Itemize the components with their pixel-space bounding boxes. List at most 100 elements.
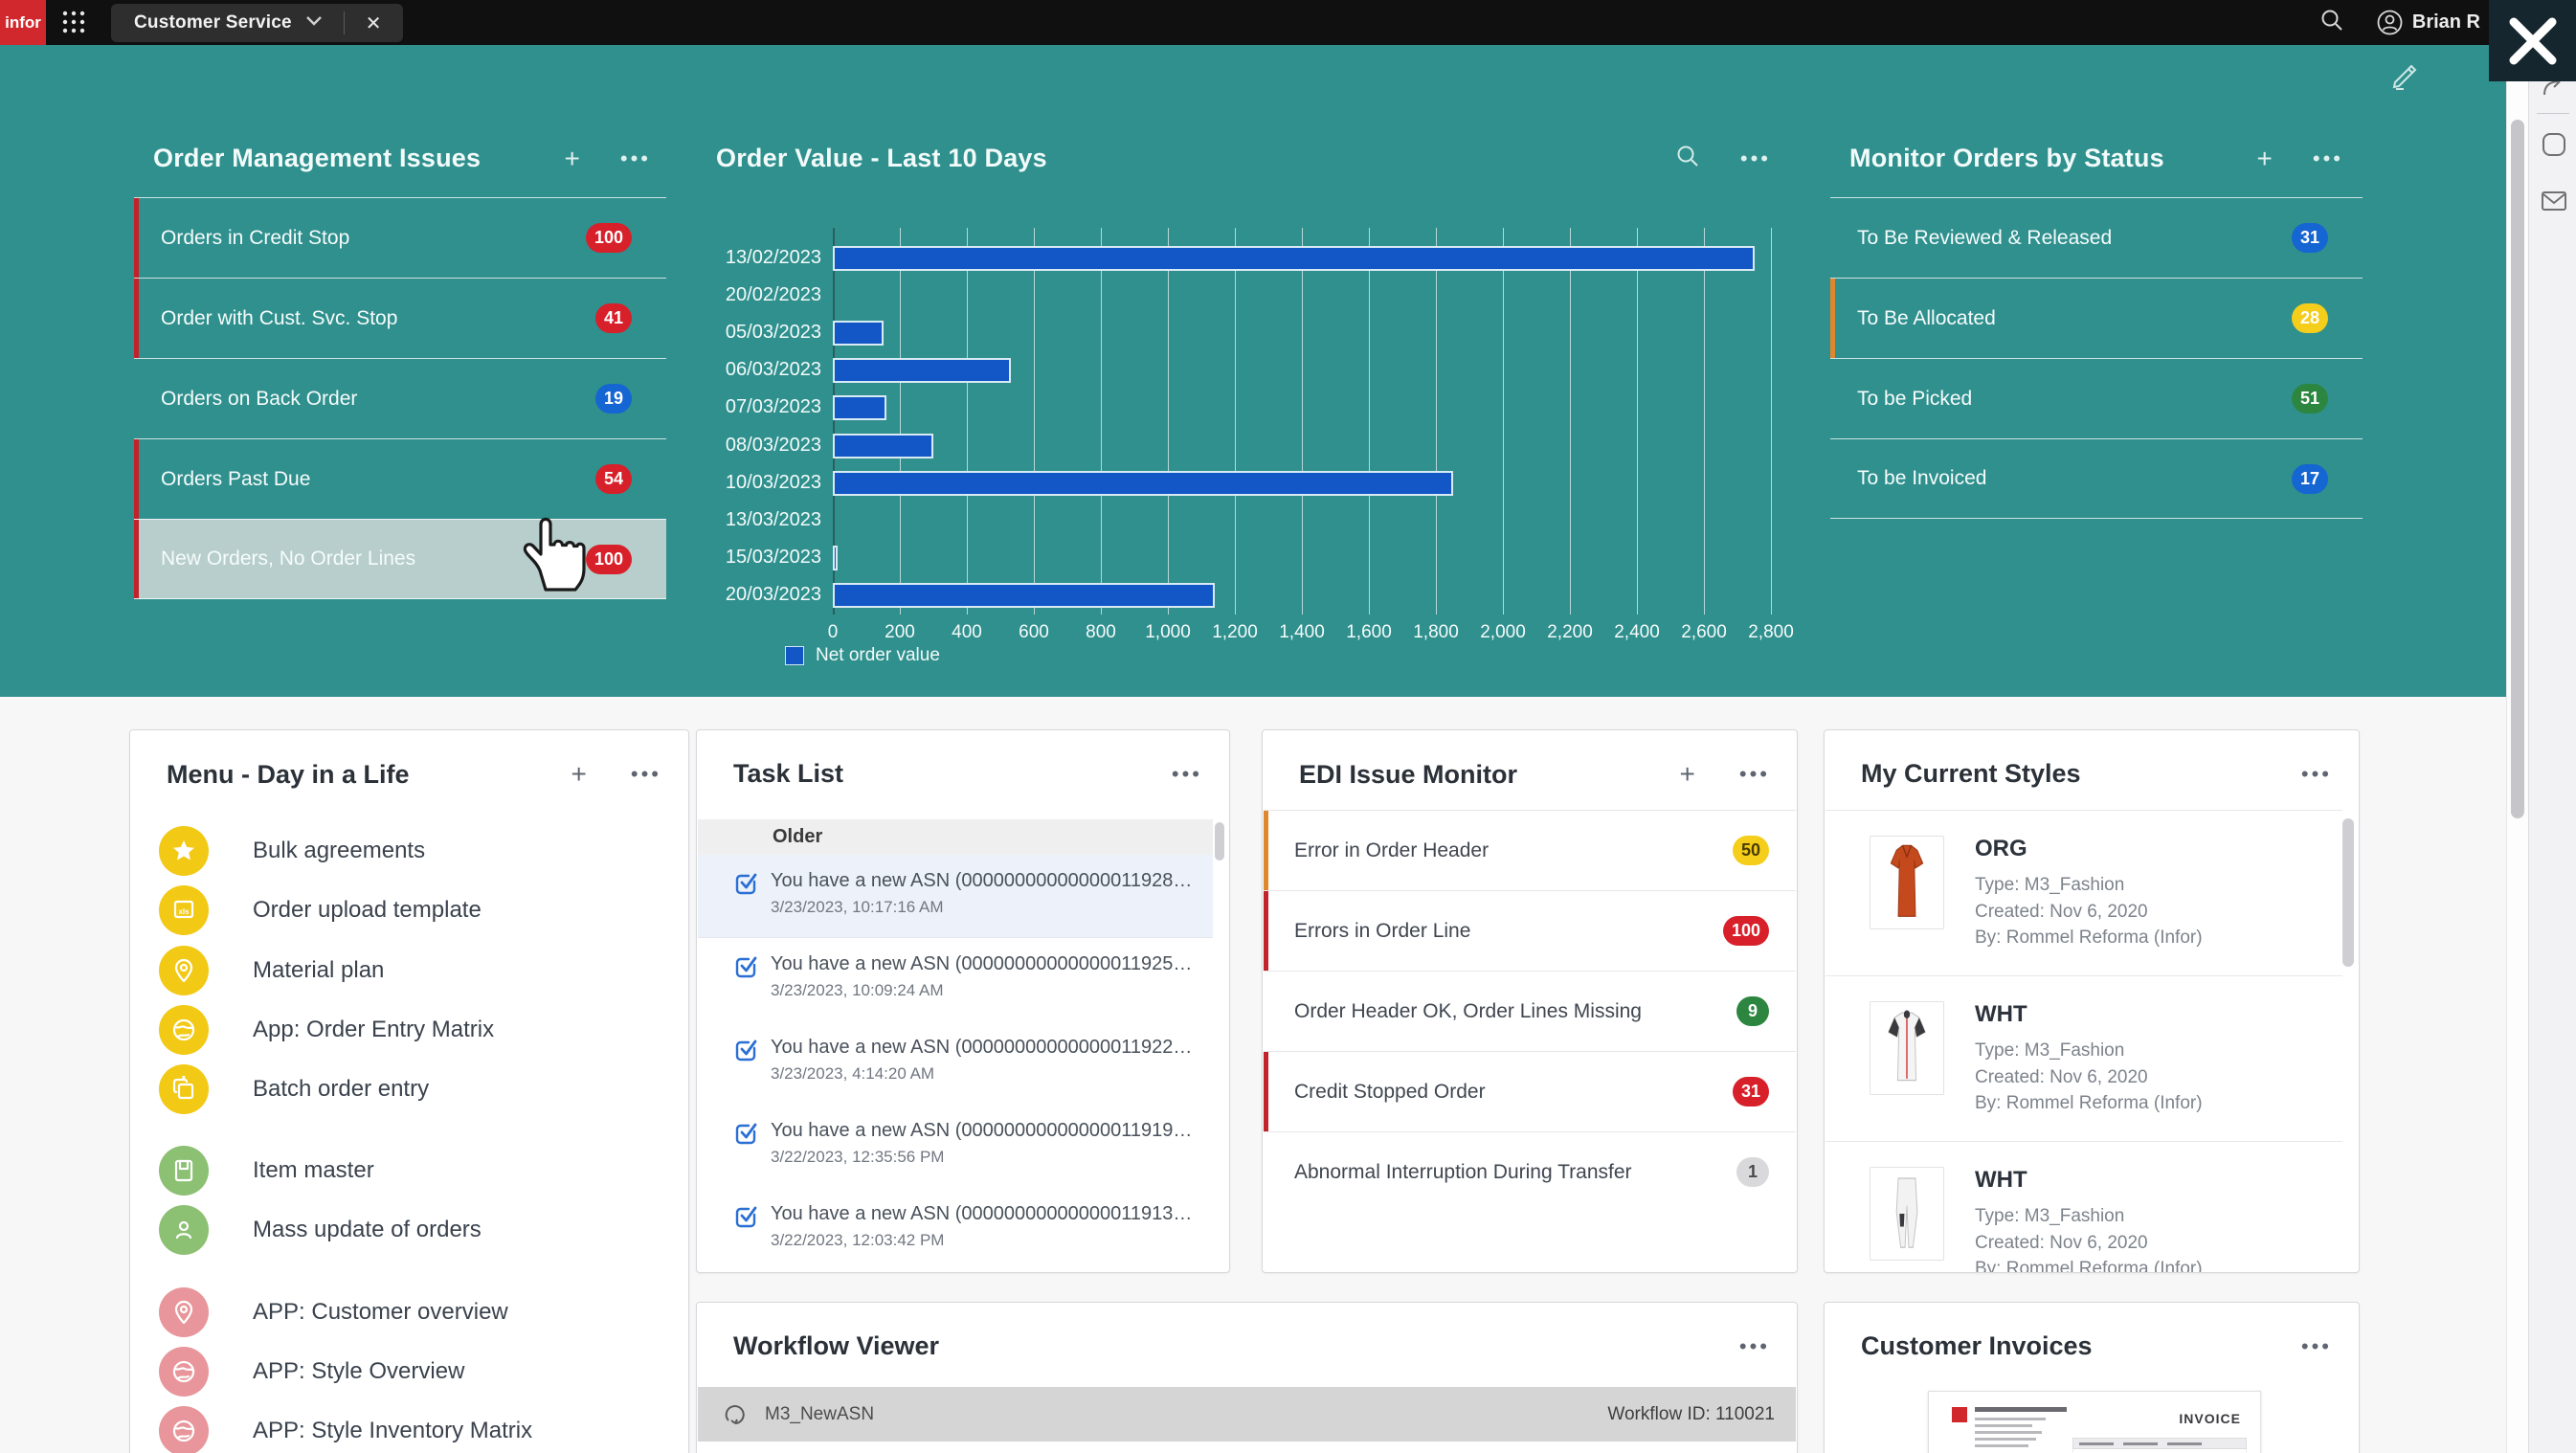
menu-item[interactable]: Batch order entry bbox=[159, 1064, 429, 1114]
styles-menu-icon[interactable]: ••• bbox=[2301, 762, 2332, 787]
styles-scrollbar[interactable] bbox=[2342, 818, 2354, 967]
chart-tick-label: 1,800 bbox=[1413, 622, 1459, 643]
menu-item[interactable]: Material plan bbox=[159, 946, 384, 995]
add-menu-item-icon[interactable]: + bbox=[571, 759, 587, 790]
menu-item[interactable]: APP: Style Inventory Matrix bbox=[159, 1406, 532, 1453]
status-row[interactable]: Orders in Credit Stop100 bbox=[134, 197, 666, 278]
edit-page-icon[interactable] bbox=[2387, 59, 2420, 97]
edi-row[interactable]: Error in Order Header50 bbox=[1264, 810, 1796, 890]
chart-menu-icon[interactable]: ••• bbox=[1740, 146, 1771, 171]
task-check-icon[interactable] bbox=[734, 870, 759, 937]
menu-item[interactable]: xlsOrder upload template bbox=[159, 885, 482, 935]
workflow-row[interactable]: M3_NewASN Workflow ID: 110021 bbox=[698, 1387, 1796, 1442]
widget-menu-icon[interactable]: ••• bbox=[2313, 146, 2343, 171]
workflow-id: Workflow ID: 110021 bbox=[1607, 1404, 1775, 1425]
app-launcher-icon[interactable] bbox=[61, 10, 86, 39]
style-text: WHTType: M3_FashionCreated: Nov 6, 2020B… bbox=[1975, 1001, 2203, 1141]
main-scrollbar-thumb[interactable] bbox=[2511, 120, 2524, 818]
menu-item[interactable]: APP: Style Overview bbox=[159, 1347, 464, 1397]
chart-gridline bbox=[1034, 228, 1035, 615]
edi-menu-icon[interactable]: ••• bbox=[1739, 762, 1770, 787]
row-accent bbox=[1830, 439, 1835, 518]
edi-row[interactable]: Errors in Order Line100 bbox=[1264, 890, 1796, 971]
chart-search-icon[interactable] bbox=[1675, 144, 1700, 173]
menu-item-label: Bulk agreements bbox=[253, 838, 425, 864]
monitor-list: To Be Reviewed & Released31To Be Allocat… bbox=[1830, 197, 2363, 519]
task-item[interactable]: You have a new ASN (00000000000000011913… bbox=[698, 1188, 1213, 1271]
edi-row[interactable]: Order Header OK, Order Lines Missing9 bbox=[1264, 971, 1796, 1051]
user-account[interactable]: Brian R bbox=[2377, 10, 2480, 35]
task-list-menu-icon[interactable]: ••• bbox=[1172, 762, 1202, 787]
edi-row[interactable]: Abnormal Interruption During Transfer1 bbox=[1264, 1131, 1796, 1212]
chart-bar[interactable] bbox=[833, 471, 1453, 496]
invoices-header: Customer Invoices ••• bbox=[1861, 1331, 2332, 1361]
task-item[interactable]: You have a new ASN (00000000000000011919… bbox=[698, 1105, 1213, 1188]
menu-item[interactable]: Item master bbox=[159, 1146, 374, 1196]
invoice-preview[interactable]: INVOICE bbox=[1928, 1391, 2261, 1453]
chart-bar[interactable] bbox=[833, 434, 933, 458]
style-row[interactable]: ORGType: M3_FashionCreated: Nov 6, 2020B… bbox=[1826, 810, 2342, 975]
tab-customer-service[interactable]: Customer Service ✕ bbox=[111, 4, 403, 42]
close-icon bbox=[2506, 14, 2560, 68]
task-check-icon[interactable] bbox=[734, 1120, 759, 1188]
app-window-icon[interactable] bbox=[2541, 131, 2567, 163]
status-row[interactable]: New Orders, No Order Lines100 bbox=[134, 519, 666, 599]
style-text: ORGType: M3_FashionCreated: Nov 6, 2020B… bbox=[1975, 836, 2203, 975]
menu-item-label: Material plan bbox=[253, 957, 384, 984]
task-check-icon[interactable] bbox=[734, 1203, 759, 1271]
status-row[interactable]: To be Picked51 bbox=[1830, 358, 2363, 438]
style-row[interactable]: WHTType: M3_FashionCreated: Nov 6, 2020B… bbox=[1826, 975, 2342, 1141]
chart-bar[interactable] bbox=[833, 546, 838, 570]
chart-tick-label: 2,400 bbox=[1614, 622, 1660, 643]
menu-item[interactable]: Bulk agreements bbox=[159, 826, 425, 876]
task-item[interactable]: You have a new ASN (00000000000000011928… bbox=[698, 855, 1213, 938]
search-icon[interactable] bbox=[2319, 8, 2344, 37]
menu-item[interactable]: APP: Customer overview bbox=[159, 1287, 508, 1337]
edi-row[interactable]: Credit Stopped Order31 bbox=[1264, 1051, 1796, 1131]
invoices-card: Customer Invoices ••• INVOICE bbox=[1824, 1302, 2360, 1453]
row-accent bbox=[1830, 359, 1835, 438]
add-edi-item-icon[interactable]: + bbox=[1680, 759, 1695, 790]
status-row[interactable]: To Be Allocated28 bbox=[1830, 278, 2363, 358]
right-sidebar bbox=[2528, 45, 2576, 1453]
add-widget-item-icon[interactable]: + bbox=[565, 145, 580, 172]
menu-card-menu-icon[interactable]: ••• bbox=[631, 762, 661, 787]
chart-gridline bbox=[1704, 228, 1705, 615]
count-badge: 100 bbox=[586, 545, 632, 574]
status-row[interactable]: To be Invoiced17 bbox=[1830, 438, 2363, 519]
task-item[interactable]: You have a new ASN (00000000000000011922… bbox=[698, 1021, 1213, 1105]
main-scrollbar[interactable] bbox=[2506, 45, 2528, 1453]
workflow-card: Workflow Viewer ••• M3_NewASN Workflow I… bbox=[696, 1302, 1798, 1453]
workflow-menu-icon[interactable]: ••• bbox=[1739, 1334, 1770, 1359]
chart-bar[interactable] bbox=[833, 583, 1215, 608]
infor-logo[interactable]: infor bbox=[0, 0, 46, 45]
status-row[interactable]: To Be Reviewed & Released31 bbox=[1830, 197, 2363, 278]
task-check-icon[interactable] bbox=[734, 1037, 759, 1105]
widget-menu-icon[interactable]: ••• bbox=[620, 146, 651, 171]
add-widget-item-icon[interactable]: + bbox=[2257, 145, 2273, 172]
style-row[interactable]: WHTType: M3_FashionCreated: Nov 6, 2020B… bbox=[1826, 1141, 2342, 1273]
chart-bar[interactable] bbox=[833, 358, 1011, 383]
chart-bar[interactable] bbox=[833, 321, 884, 346]
task-title: You have a new ASN (00000000000000011928… bbox=[771, 870, 1192, 892]
task-list-scrollbar[interactable] bbox=[1215, 822, 1224, 861]
mail-icon[interactable] bbox=[2541, 190, 2567, 216]
invoices-menu-icon[interactable]: ••• bbox=[2301, 1334, 2332, 1359]
status-row[interactable]: Order with Cust. Svc. Stop41 bbox=[134, 278, 666, 358]
tab-close-icon[interactable]: ✕ bbox=[358, 11, 390, 35]
monitor-header: Monitor Orders by Status + ••• bbox=[1849, 144, 2343, 173]
task-text: You have a new ASN (00000000000000011925… bbox=[771, 953, 1192, 1021]
menu-item[interactable]: App: Order Entry Matrix bbox=[159, 1005, 494, 1055]
row-accent bbox=[134, 439, 139, 519]
menu-item[interactable]: Mass update of orders bbox=[159, 1205, 482, 1255]
status-row[interactable]: Orders on Back Order19 bbox=[134, 358, 666, 438]
task-item[interactable]: You have a new ASN (00000000000000011925… bbox=[698, 938, 1213, 1021]
overlay-close-button[interactable] bbox=[2489, 0, 2576, 81]
chart-category-label: 10/03/2023 bbox=[716, 472, 821, 494]
chart-bar[interactable] bbox=[833, 246, 1755, 271]
task-check-icon[interactable] bbox=[734, 953, 759, 1021]
status-row[interactable]: Orders Past Due54 bbox=[134, 438, 666, 519]
chart-tick-label: 400 bbox=[952, 622, 982, 643]
chevron-down-icon[interactable] bbox=[305, 14, 323, 32]
chart-bar[interactable] bbox=[833, 395, 886, 420]
